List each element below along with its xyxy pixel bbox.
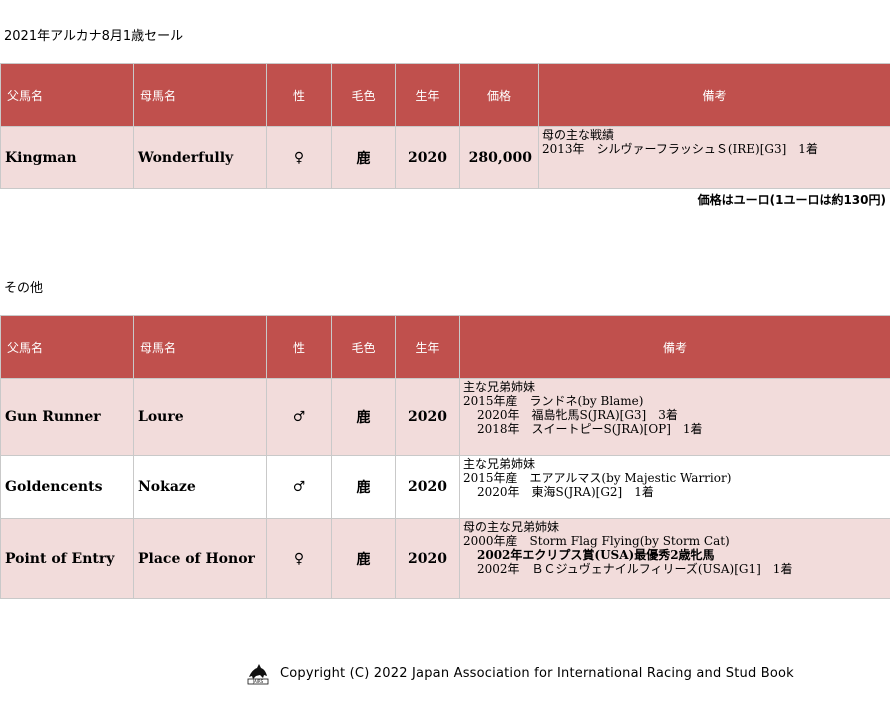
sire-name: Kingman xyxy=(0,126,134,189)
table-row: Kingman Wonderfully ♀ 鹿 2020 280,000 母の主… xyxy=(0,126,890,189)
birth-year: 2020 xyxy=(395,378,460,456)
sire-name: Point of Entry xyxy=(0,518,134,599)
sex-symbol: ♀ xyxy=(266,518,332,599)
coat-color: 鹿 xyxy=(331,126,396,189)
coat-color: 鹿 xyxy=(331,378,396,456)
header-sex: 性 xyxy=(266,63,332,127)
table-header-row: 父馬名 母馬名 性 毛色 生年 備考 xyxy=(0,315,890,379)
currency-note: 価格はユーロ(1ユーロは約130円) xyxy=(697,193,886,207)
sex-symbol: ♀ xyxy=(266,126,332,189)
header-color: 毛色 xyxy=(331,315,396,379)
table-row: Point of Entry Place of Honor ♀ 鹿 2020 母… xyxy=(0,518,890,599)
notes: 主な兄弟姉妹 2015年産 ランドネ(by Blame) 2020年 福島牝馬S(J… xyxy=(459,378,890,456)
note-line: 2002年エクリプス賞(USA)最優秀2歳牝馬 xyxy=(477,548,715,562)
header-year: 生年 xyxy=(395,63,460,127)
jairs-horse-logo-icon: JAIRS xyxy=(247,664,269,685)
note-line: 2002年 ＢＣジュヴェナイルフィリーズ(USA)[G1] 1着 xyxy=(477,562,793,576)
footer: JAIRS Copyright (C) 2022 Japan Associati… xyxy=(245,660,794,686)
other-table: 父馬名 母馬名 性 毛色 生年 備考 Gun Runner Loure ♂ 鹿 … xyxy=(0,315,890,599)
sire-name: Goldencents xyxy=(0,455,134,519)
notes: 主な兄弟姉妹 2015年産 エアアルマス(by Majestic Warrior)… xyxy=(459,455,890,519)
notes: 母の主な戦績 2013年 シルヴァーフラッシュＳ(IRE)[G3] 1着 xyxy=(538,126,890,189)
note-line: 母の主な戦績 xyxy=(542,128,615,142)
dam-name: Wonderfully xyxy=(133,126,267,189)
header-sire: 父馬名 xyxy=(0,63,134,127)
section-title-sale: 2021年アルカナ8月1歳セール xyxy=(4,29,184,44)
price: 280,000 xyxy=(459,126,539,189)
note-line: 2015年産 ランドネ(by Blame) xyxy=(463,394,644,408)
birth-year: 2020 xyxy=(395,518,460,599)
sex-symbol: ♂ xyxy=(266,455,332,519)
table-row: Gun Runner Loure ♂ 鹿 2020 主な兄弟姉妹 2015年産 ラ… xyxy=(0,378,890,456)
birth-year: 2020 xyxy=(395,455,460,519)
note-line: 2020年 福島牝馬S(JRA)[G3] 3着 xyxy=(477,408,678,422)
header-notes: 備考 xyxy=(538,63,890,127)
header-sex: 性 xyxy=(266,315,332,379)
coat-color: 鹿 xyxy=(331,455,396,519)
notes: 母の主な兄弟姉妹 2000年産 Storm Flag Flying(by Stor… xyxy=(459,518,890,599)
copyright-text: Copyright (C) 2022 Japan Association for… xyxy=(280,665,794,681)
dam-name: Place of Honor xyxy=(133,518,267,599)
note-line: 主な兄弟姉妹 xyxy=(463,380,536,394)
note-line: 2015年産 エアアルマス(by Majestic Warrior) xyxy=(463,471,732,485)
header-color: 毛色 xyxy=(331,63,396,127)
header-notes: 備考 xyxy=(459,315,890,379)
birth-year: 2020 xyxy=(395,126,460,189)
header-sire: 父馬名 xyxy=(0,315,134,379)
note-line: 2018年 スイートピーS(JRA)[OP] 1着 xyxy=(477,422,703,436)
sale-table: 父馬名 母馬名 性 毛色 生年 価格 備考 Kingman Wonderfull… xyxy=(0,63,890,189)
section-title-other: その他 xyxy=(4,281,44,296)
header-dam: 母馬名 xyxy=(133,63,267,127)
header-year: 生年 xyxy=(395,315,460,379)
sire-name: Gun Runner xyxy=(0,378,134,456)
dam-name: Loure xyxy=(133,378,267,456)
note-line: 2013年 シルヴァーフラッシュＳ(IRE)[G3] 1着 xyxy=(542,142,818,156)
table-header-row: 父馬名 母馬名 性 毛色 生年 価格 備考 xyxy=(0,63,890,127)
dam-name: Nokaze xyxy=(133,455,267,519)
svg-text:JAIRS: JAIRS xyxy=(252,679,264,684)
note-line: 主な兄弟姉妹 xyxy=(463,457,536,471)
coat-color: 鹿 xyxy=(331,518,396,599)
table-row: Goldencents Nokaze ♂ 鹿 2020 主な兄弟姉妹 2015年産… xyxy=(0,455,890,519)
note-line: 2020年 東海S(JRA)[G2] 1着 xyxy=(477,485,654,499)
note-line: 2000年産 Storm Flag Flying(by Storm Cat) xyxy=(463,534,730,548)
note-line: 母の主な兄弟姉妹 xyxy=(463,520,560,534)
sex-symbol: ♂ xyxy=(266,378,332,456)
header-dam: 母馬名 xyxy=(133,315,267,379)
header-price: 価格 xyxy=(459,63,539,127)
